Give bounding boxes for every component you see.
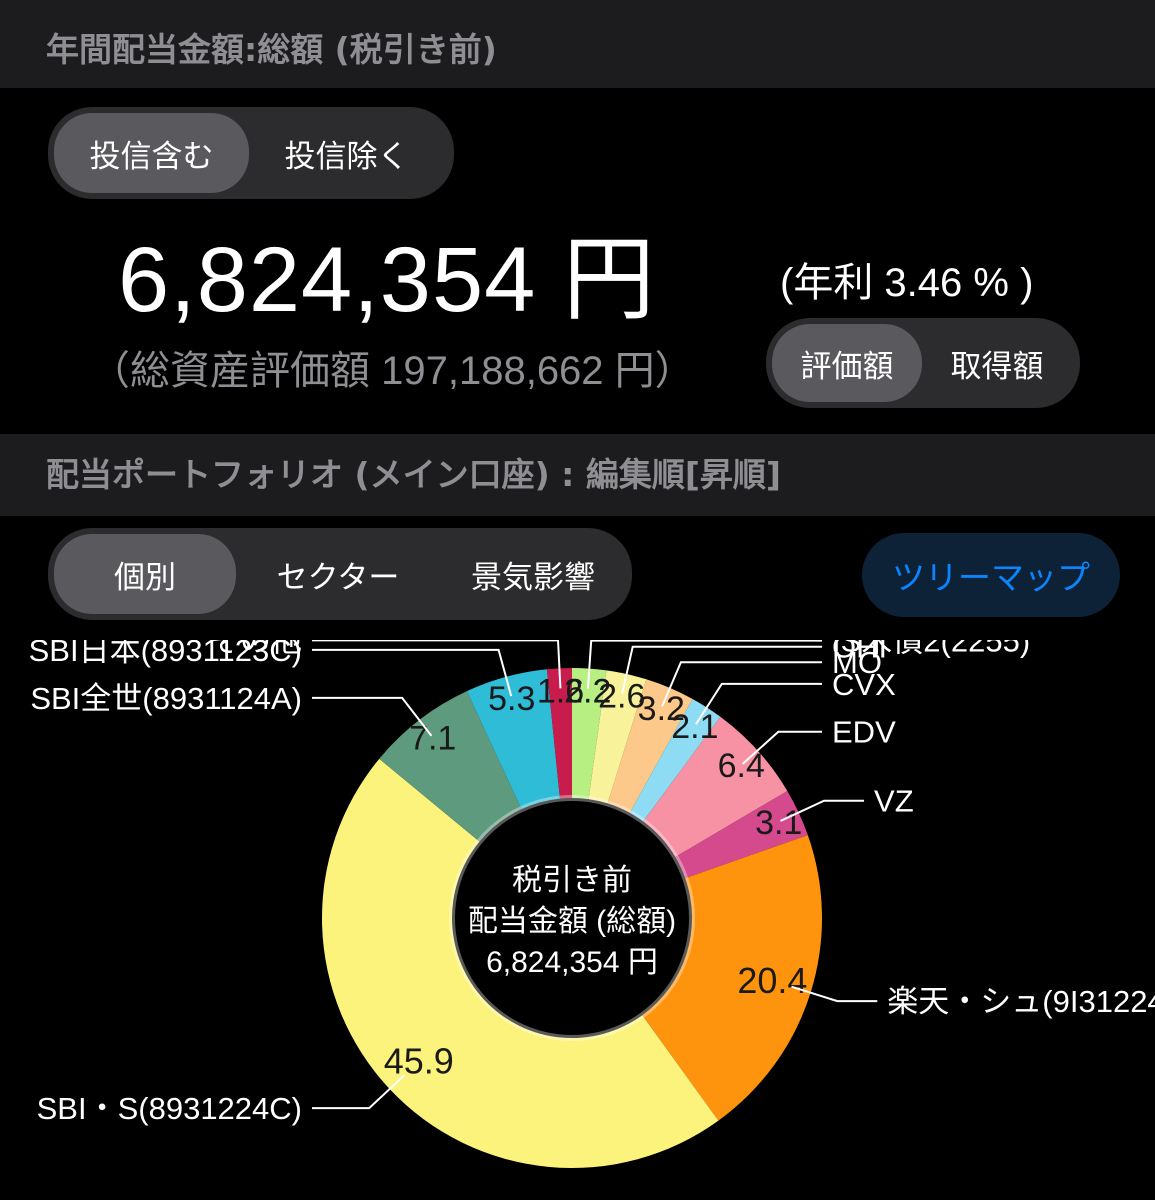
cost-basis-option[interactable]: 取得額 <box>922 324 1072 402</box>
header-title: 年間配当金額:総額 (税引き前) <box>46 30 497 69</box>
breakdown-view-toggle[interactable]: 個別 セクター 景気影響 <box>48 528 632 620</box>
center-label-line1: 税引き前 <box>512 864 632 897</box>
slice-value-label: 6.4 <box>718 747 765 785</box>
slice-name-label: SBI・S(8931224C) <box>37 1091 302 1126</box>
slice-name-label: CVX <box>832 667 896 702</box>
slice-value-label: 7.1 <box>409 719 456 757</box>
valuation-basis-toggle[interactable]: 評価額 取得額 <box>766 318 1080 408</box>
market-value-option[interactable]: 評価額 <box>772 324 922 402</box>
slice-name-label: EDV <box>832 715 896 750</box>
portfolio-header: 配当ポートフォリオ (メイン口座) : 編集順[昇順] <box>0 434 1155 516</box>
dividend-donut-chart: 2.2IS米債2(2255)2.6OHI3.2MO2.1CVX6.4EDV3.1… <box>29 640 1155 1168</box>
sector-option[interactable]: セクター <box>236 534 440 614</box>
economic-impact-option[interactable]: 景気影響 <box>440 534 626 614</box>
slice-value-label: 20.4 <box>737 960 807 1001</box>
total-assets-value: （総資産評価額 197,188,662 円） <box>90 349 695 393</box>
exclude-funds-option[interactable]: 投信除く <box>249 113 444 193</box>
slice-name-label: 楽天・シュ(9I31224 <box>887 984 1155 1019</box>
treemap-button[interactable]: ツリーマップ <box>862 533 1120 617</box>
slice-name-label: SBI全世(8931124A) <box>30 681 302 716</box>
annual-yield: (年利 3.46 % ) <box>780 261 1034 305</box>
annual-dividend-header: 年間配当金額:総額 (税引き前) <box>0 0 1155 88</box>
slice-value-label: 45.9 <box>384 1041 454 1082</box>
slice-value-label: 2.1 <box>671 708 718 746</box>
slice-value-label: 5.3 <box>488 680 535 718</box>
slice-value-label: 3.1 <box>755 804 802 842</box>
slice-name-label: VZ <box>874 784 914 819</box>
include-funds-option[interactable]: 投信含む <box>54 113 249 193</box>
fund-filter-toggle[interactable]: 投信含む 投信除く <box>48 107 454 199</box>
center-label-line3: 6,824,354 円 <box>486 946 658 979</box>
total-dividend-amount: 6,824,354 円 <box>118 229 656 331</box>
individual-option[interactable]: 個別 <box>54 534 236 614</box>
slice-name-label: その他 <box>209 640 302 658</box>
header-title: 配当ポートフォリオ (メイン口座) : 編集順[昇順] <box>46 455 781 494</box>
center-label-line2: 配当金額 (総額) <box>468 905 676 938</box>
